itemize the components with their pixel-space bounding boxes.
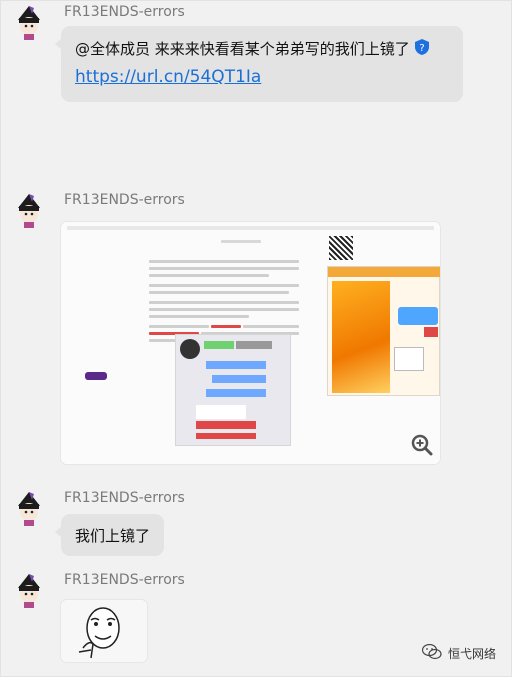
footer-brand-text: 恒弋网络 xyxy=(447,647,496,661)
image-toolbar xyxy=(67,226,434,230)
message-bubble: @全体成员 来来来快看看某个弟弟写的我们上镜了 ? https://url.cn… xyxy=(55,26,463,102)
sticker xyxy=(85,372,107,380)
shared-image[interactable] xyxy=(61,222,440,464)
sender-name: FR13ENDS-errors xyxy=(64,490,185,506)
verified-icon: ? xyxy=(414,38,430,59)
message-text: 我们上镜了 xyxy=(75,527,151,545)
wechat-icon xyxy=(421,643,442,663)
zoom-in-icon[interactable] xyxy=(411,434,433,460)
message-text: @全体成员 来来来快看看某个弟弟写的我们上镜了 xyxy=(75,40,410,58)
meme-image[interactable] xyxy=(61,600,147,662)
embedded-phone-screenshot xyxy=(327,266,440,396)
svg-text:?: ? xyxy=(419,43,424,54)
shared-link[interactable]: https://url.cn/54QT1Ia xyxy=(75,67,261,87)
footer-brand: 恒弋网络 xyxy=(421,643,496,663)
message-bubble: 我们上镜了 xyxy=(54,514,165,556)
sender-name: FR13ENDS-errors xyxy=(64,4,185,20)
qr-code xyxy=(329,236,353,260)
avatar[interactable] xyxy=(10,4,48,42)
avatar[interactable] xyxy=(10,192,48,230)
sender-name: FR13ENDS-errors xyxy=(64,572,185,588)
avatar[interactable] xyxy=(10,572,48,610)
avatar[interactable] xyxy=(10,490,48,528)
embedded-chat-screenshot xyxy=(175,334,291,446)
sender-name: FR13ENDS-errors xyxy=(64,192,185,208)
